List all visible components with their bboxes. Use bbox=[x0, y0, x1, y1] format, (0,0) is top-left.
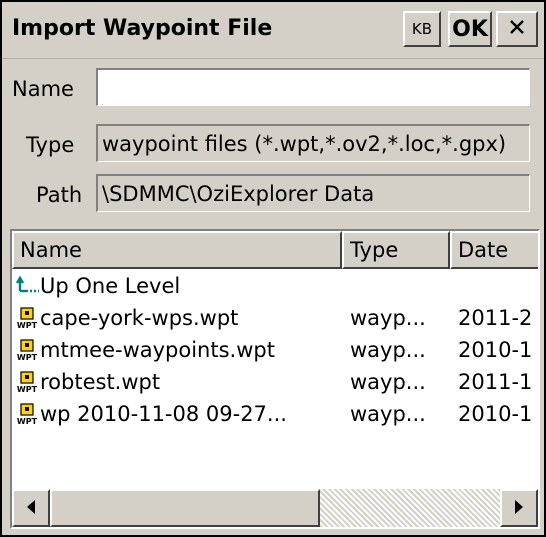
list-item-date: 2011-2 bbox=[458, 306, 533, 330]
close-button[interactable] bbox=[496, 11, 538, 47]
column-header-type[interactable]: Type bbox=[342, 231, 450, 269]
list-item-file[interactable]: WPT mtmee-waypoints.wpt wayp... 2010-1 bbox=[12, 335, 538, 367]
up-one-level-icon bbox=[16, 275, 39, 297]
list-item-file[interactable]: WPT robtest.wpt wayp... 2011-1 bbox=[12, 367, 538, 399]
path-label: Path bbox=[36, 183, 83, 207]
svg-text:WPT: WPT bbox=[17, 321, 38, 329]
list-item-name: mtmee-waypoints.wpt bbox=[40, 338, 275, 362]
list-item-name: wp 2010-11-08 09-27... bbox=[40, 402, 287, 426]
list-item-name-cell: WPT wp 2010-11-08 09-27... bbox=[16, 399, 346, 429]
list-item-type: wayp... bbox=[350, 370, 426, 394]
scroll-right-button[interactable] bbox=[500, 489, 538, 527]
scroll-right-arrow-icon bbox=[513, 496, 525, 521]
list-item-name-cell: Up One Level bbox=[16, 271, 346, 301]
list-item-type: wayp... bbox=[350, 306, 426, 330]
list-item-file[interactable]: WPT wp 2010-11-08 09-27... wayp... 2010-… bbox=[12, 399, 538, 431]
list-item-name: Up One Level bbox=[40, 274, 181, 298]
list-item-up-one-level[interactable]: Up One Level bbox=[12, 271, 538, 303]
ok-button[interactable]: OK bbox=[448, 11, 492, 47]
list-item-type: wayp... bbox=[350, 338, 426, 362]
list-header: Name Type Date bbox=[12, 231, 538, 269]
name-label: Name bbox=[12, 77, 74, 101]
horizontal-scrollbar[interactable] bbox=[12, 489, 538, 527]
name-field[interactable] bbox=[96, 68, 530, 106]
wpt-file-icon: WPT bbox=[16, 307, 38, 329]
column-header-name[interactable]: Name bbox=[12, 231, 342, 269]
close-icon bbox=[508, 17, 526, 42]
wpt-file-icon: WPT bbox=[16, 403, 38, 425]
wpt-file-icon: WPT bbox=[16, 371, 38, 393]
scrollbar-thumb[interactable] bbox=[50, 489, 320, 527]
list-item-name: cape-york-wps.wpt bbox=[40, 306, 239, 330]
title-bar: Import Waypoint File KB OK bbox=[2, 2, 544, 59]
file-list[interactable]: Name Type Date Up One Level WPT cape-yor… bbox=[10, 229, 540, 529]
path-field[interactable]: \SDMMC\OziExplorer Data bbox=[96, 174, 530, 212]
list-item-name-cell: WPT mtmee-waypoints.wpt bbox=[16, 335, 346, 365]
type-label: Type bbox=[26, 133, 75, 157]
list-item-name-cell: WPT cape-york-wps.wpt bbox=[16, 303, 346, 333]
list-item-date: 2010-1 bbox=[458, 402, 533, 426]
list-item-name: robtest.wpt bbox=[40, 370, 161, 394]
scroll-left-arrow-icon bbox=[25, 496, 37, 521]
scroll-left-button[interactable] bbox=[12, 489, 50, 527]
svg-text:WPT: WPT bbox=[17, 417, 38, 425]
ok-button-label: OK bbox=[452, 16, 488, 42]
keyboard-button[interactable]: KB bbox=[403, 11, 441, 47]
window-title: Import Waypoint File bbox=[12, 16, 273, 41]
import-waypoint-dialog: Import Waypoint File KB OK Name Type way… bbox=[0, 0, 546, 537]
svg-text:WPT: WPT bbox=[17, 353, 38, 361]
list-item-date: 2011-1 bbox=[458, 370, 533, 394]
list-item-type: wayp... bbox=[350, 402, 426, 426]
list-item-date: 2010-1 bbox=[458, 338, 533, 362]
list-item-file[interactable]: WPT cape-york-wps.wpt wayp... 2011-2 bbox=[12, 303, 538, 335]
column-header-date[interactable]: Date bbox=[450, 231, 538, 269]
list-item-name-cell: WPT robtest.wpt bbox=[16, 367, 346, 397]
keyboard-button-label: KB bbox=[411, 20, 433, 38]
type-field[interactable]: waypoint files (*.wpt,*.ov2,*.loc,*.gpx) bbox=[96, 124, 530, 162]
svg-text:WPT: WPT bbox=[17, 385, 38, 393]
wpt-file-icon: WPT bbox=[16, 339, 38, 361]
